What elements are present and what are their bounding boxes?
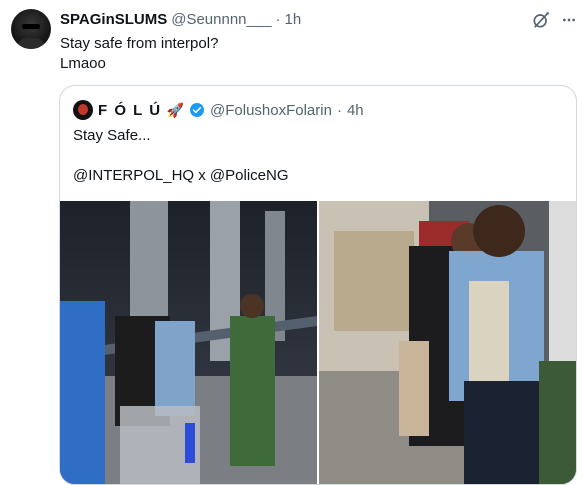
quoted-tweet[interactable]: F Ó L Ú 🚀 @FolushoxFolarin · 4h Stay Saf…	[59, 85, 577, 485]
tweet-line: Stay safe from interpol?	[60, 35, 219, 52]
tweet-text: Stay safe from interpol? Lmaoo	[60, 34, 218, 74]
avatar-shirt	[17, 38, 45, 49]
more-icon[interactable]	[561, 12, 577, 28]
quote-author-handle[interactable]: @FolushoxFolarin	[210, 102, 332, 119]
photo-airport-arrest-left[interactable]	[60, 201, 317, 484]
author-avatar[interactable]	[11, 9, 51, 49]
photo-left-illustration	[60, 201, 317, 484]
rocket-icon: 🚀	[166, 101, 184, 118]
avatar-glasses	[22, 24, 40, 29]
quote-header: F Ó L Ú 🚀 @FolushoxFolarin · 4h	[73, 100, 364, 120]
tweet-line: Lmaoo	[60, 55, 106, 72]
quote-timestamp[interactable]: 4h	[347, 102, 364, 119]
author-handle[interactable]: @Seunnnn___	[171, 11, 271, 28]
tweet-header: SPAGinSLUMS @Seunnnn___ · 1h	[60, 11, 301, 28]
quote-header-separator: ·	[336, 101, 342, 119]
quote-author-avatar[interactable]	[73, 100, 93, 120]
tweet-timestamp[interactable]: 1h	[285, 11, 302, 28]
quote-media	[60, 201, 576, 484]
header-separator: ·	[275, 11, 281, 28]
verified-badge-icon	[190, 103, 204, 117]
photo-airport-arrest-right[interactable]	[319, 201, 576, 484]
quote-text: Stay Safe... @INTERPOL_HQ x @PoliceNG	[73, 127, 289, 184]
quote-author-display-name[interactable]: F Ó L Ú	[98, 102, 162, 119]
author-display-name[interactable]: SPAGinSLUMS	[60, 11, 167, 28]
grok-icon[interactable]	[531, 10, 551, 30]
photo-right-illustration	[319, 201, 576, 484]
